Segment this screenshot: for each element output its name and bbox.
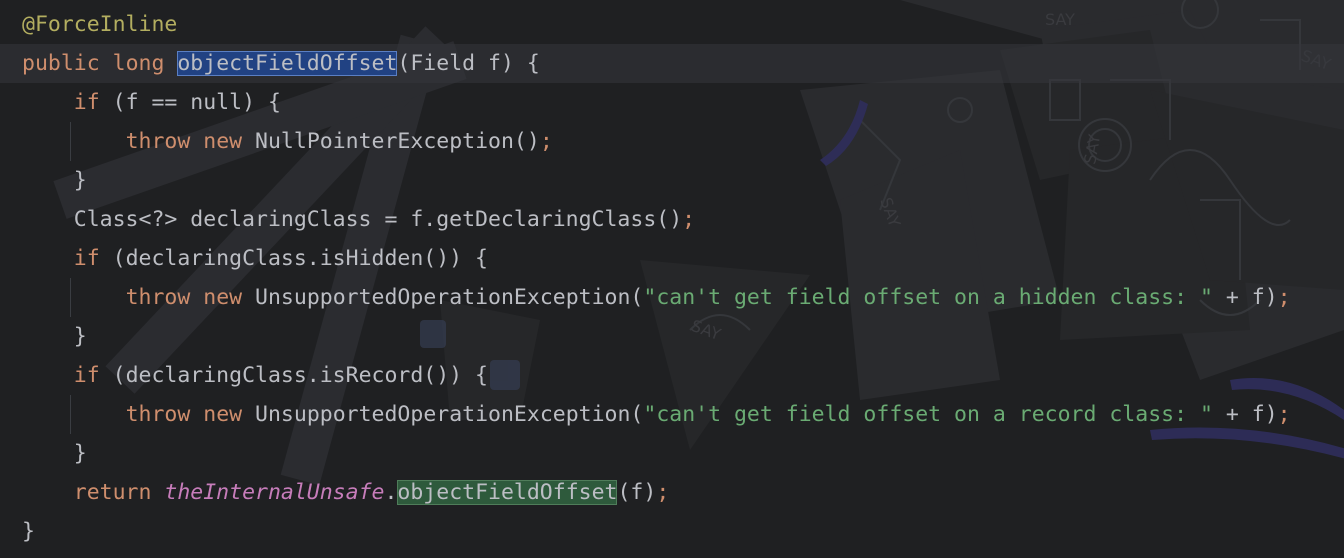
code-editor[interactable]: SAY SAY SAY SAY SAY @ForceInline public … xyxy=(0,0,1344,558)
null-check-condition: (f == null) { xyxy=(112,90,281,115)
is-hidden-condition: (declaringClass.isHidden()) { xyxy=(112,246,489,271)
concat-expression: + f) xyxy=(1212,285,1278,310)
keyword-throw: throw xyxy=(125,129,191,154)
code-line-1[interactable]: @ForceInline xyxy=(22,5,177,44)
keyword-return: return xyxy=(73,480,152,505)
closing-brace: } xyxy=(73,441,87,466)
keyword-throw: throw xyxy=(125,402,191,427)
declaring-class-statement: Class<?> declaringClass = f.getDeclaring… xyxy=(73,207,683,232)
semicolon: ; xyxy=(539,129,553,154)
code-line-7[interactable]: if (declaringClass.isHidden()) { xyxy=(22,239,488,278)
dot: . xyxy=(384,480,398,505)
code-line-4[interactable]: throw new NullPointerException(); xyxy=(22,122,553,161)
code-line-8[interactable]: throw new UnsupportedOperationException(… xyxy=(22,278,1291,317)
semicolon: ; xyxy=(656,480,670,505)
string-literal: "can't get field offset on a record clas… xyxy=(643,402,1213,427)
code-line-9[interactable]: } xyxy=(22,317,87,356)
semicolon: ; xyxy=(682,207,696,232)
code-line-13[interactable]: return theInternalUnsafe.objectFieldOffs… xyxy=(22,473,669,512)
string-literal: "can't get field offset on a hidden clas… xyxy=(643,285,1213,310)
keyword-new: new xyxy=(203,285,243,310)
code-line-11[interactable]: throw new UnsupportedOperationException(… xyxy=(22,395,1291,434)
keyword-long: long xyxy=(112,51,165,76)
method-call-usage[interactable]: objectFieldOffset xyxy=(397,480,618,505)
static-field-unsafe[interactable]: theInternalUnsafe xyxy=(164,480,384,505)
keyword-if: if xyxy=(73,363,100,388)
code-line-2[interactable]: public long objectFieldOffset(Field f) { xyxy=(22,44,540,83)
exception-constructor[interactable]: NullPointerException() xyxy=(255,129,540,154)
keyword-if: if xyxy=(73,246,100,271)
call-args: (f) xyxy=(617,480,657,505)
svg-text:SAY: SAY xyxy=(1045,10,1075,29)
closing-brace: } xyxy=(73,168,87,193)
code-line-14[interactable]: } xyxy=(22,512,35,551)
code-line-10[interactable]: if (declaringClass.isRecord()) { xyxy=(22,356,488,395)
code-line-12[interactable]: } xyxy=(22,434,87,473)
keyword-new: new xyxy=(203,402,243,427)
is-record-condition: (declaringClass.isRecord()) { xyxy=(112,363,489,388)
method-name-selected[interactable]: objectFieldOffset xyxy=(177,51,398,76)
closing-brace: } xyxy=(22,519,35,544)
code-line-5[interactable]: } xyxy=(22,161,87,200)
method-params: (Field f) { xyxy=(397,51,540,76)
keyword-if: if xyxy=(73,90,100,115)
semicolon: ; xyxy=(1277,402,1291,427)
keyword-new: new xyxy=(203,129,243,154)
annotation[interactable]: @ForceInline xyxy=(22,12,177,37)
code-line-3[interactable]: if (f == null) { xyxy=(22,83,281,122)
concat-expression: + f) xyxy=(1212,402,1278,427)
exception-constructor[interactable]: UnsupportedOperationException( xyxy=(255,402,643,427)
semicolon: ; xyxy=(1277,285,1291,310)
code-line-6[interactable]: Class<?> declaringClass = f.getDeclaring… xyxy=(22,200,695,239)
keyword-public: public xyxy=(22,51,100,76)
keyword-throw: throw xyxy=(125,285,191,310)
exception-constructor[interactable]: UnsupportedOperationException( xyxy=(255,285,643,310)
closing-brace: } xyxy=(73,324,87,349)
